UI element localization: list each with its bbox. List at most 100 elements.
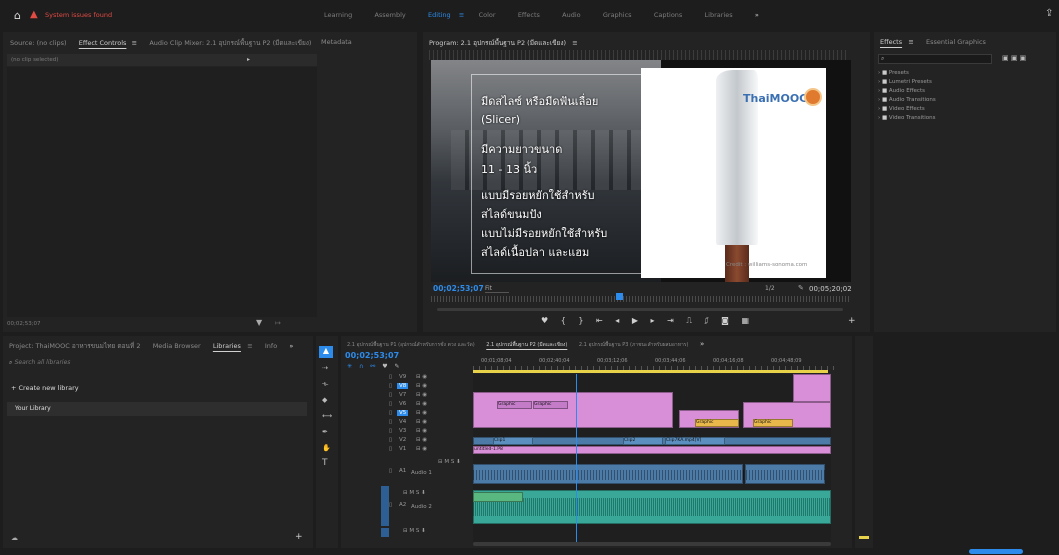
- ripple-edit-tool-icon[interactable]: ⟛: [322, 380, 328, 389]
- effects-item-audio-effects[interactable]: › ■ Audio Effects: [878, 88, 936, 97]
- nav-assembly[interactable]: Assembly: [374, 11, 405, 19]
- go-to-in-icon[interactable]: ⇤: [596, 316, 603, 325]
- effect-controls-menu-icon[interactable]: ≡: [132, 39, 137, 47]
- nav-effects[interactable]: Effects: [518, 11, 540, 19]
- v2-clip-c[interactable]: Clip7KA.mp4[V]: [665, 437, 725, 445]
- more-sequences[interactable]: »: [700, 340, 704, 348]
- effects-item-video-effects[interactable]: › ■ Video Effects: [878, 106, 936, 115]
- timeline-playhead[interactable]: [576, 374, 577, 542]
- warning-text[interactable]: System issues found: [45, 11, 112, 19]
- mark-out-icon[interactable]: }: [578, 316, 583, 325]
- graphic-clip[interactable]: Graphic: [695, 419, 739, 427]
- effects-item-video-transitions[interactable]: › ■ Video Transitions: [878, 115, 936, 124]
- type-tool-icon[interactable]: T: [322, 458, 328, 468]
- effects-item-presets[interactable]: › ■ Presets: [878, 70, 936, 79]
- audio-clip-a2-b[interactable]: [473, 492, 523, 502]
- timeline-timecode[interactable]: 00;02;53;07: [345, 351, 399, 360]
- v1-clip[interactable]: untitled-1.P8: [473, 446, 831, 454]
- nav-audio[interactable]: Audio: [562, 11, 580, 19]
- v2-clip-a[interactable]: Clip1: [493, 437, 533, 445]
- pen-tool-icon[interactable]: ✒: [322, 428, 328, 436]
- work-area-bar[interactable]: [473, 370, 828, 373]
- wrench-icon[interactable]: ✎: [798, 284, 804, 292]
- warning-icon[interactable]: ▲: [30, 9, 38, 20]
- track-select-tool-icon[interactable]: ⇢: [322, 364, 328, 372]
- library-item[interactable]: Your Library: [7, 402, 307, 416]
- add-marker-icon[interactable]: ♥: [541, 316, 548, 325]
- track-v3[interactable]: ▯ V3 ⊟ ◉: [341, 428, 461, 437]
- expand-icon[interactable]: ▸: [247, 56, 250, 63]
- tab-essential-graphics[interactable]: Essential Graphics: [926, 38, 986, 46]
- video-clip[interactable]: [473, 392, 673, 428]
- fit-select[interactable]: Fit: [485, 285, 509, 293]
- export-frame-icon[interactable]: ↦: [275, 319, 281, 327]
- play-icon[interactable]: ▶: [632, 316, 638, 325]
- tab-metadata[interactable]: Metadata: [321, 38, 352, 46]
- track-v5[interactable]: ▯ V5 ⊟ ◉: [341, 410, 461, 419]
- track-v7[interactable]: ▯ V7 ⊟ ◉: [341, 392, 461, 401]
- track-v2[interactable]: ▯ V2 ⊟ ◉: [341, 437, 461, 446]
- tab-media-browser[interactable]: Media Browser: [153, 342, 201, 350]
- lift-icon[interactable]: ⎍: [686, 316, 692, 325]
- effects-search-input[interactable]: ⌕: [878, 54, 992, 64]
- snap-icon[interactable]: ∩: [359, 363, 363, 370]
- create-library-button[interactable]: + Create new library: [11, 384, 79, 392]
- share-icon[interactable]: ⇪: [1045, 8, 1053, 19]
- program-playhead[interactable]: [615, 293, 623, 300]
- linked-icon[interactable]: ⚯: [370, 363, 375, 370]
- add-library-icon[interactable]: +: [295, 532, 303, 542]
- timeline-scrollbar[interactable]: [473, 542, 831, 546]
- resolution-select[interactable]: 1/2: [765, 285, 775, 292]
- slip-tool-icon[interactable]: ⟷: [322, 412, 332, 420]
- program-menu-icon[interactable]: ≡: [572, 39, 577, 47]
- extract-icon[interactable]: ⎎: [704, 316, 708, 325]
- nav-libraries[interactable]: Libraries: [705, 11, 733, 19]
- filter-icon[interactable]: ▼: [256, 318, 262, 327]
- editing-menu-icon[interactable]: ≡: [459, 11, 464, 19]
- tab-source[interactable]: Source: (no clips): [10, 39, 67, 47]
- track-a2[interactable]: ▯ A2 Audio 2 ⊟ M S ⬇: [341, 486, 461, 526]
- timeline-ruler[interactable]: 00;01;08;04 00;02;40;04 00;03;12;06 00;0…: [473, 356, 838, 370]
- video-clip[interactable]: Graphic: [533, 401, 568, 409]
- camera-icon[interactable]: ◙: [721, 316, 729, 325]
- track-v1[interactable]: ▯ V1 ⊟ ◉: [341, 446, 461, 455]
- tab-sequence-p1[interactable]: 2.1 อุปกรณ์พื้นฐาน P1 (อุปกรณ์สำหรับการช…: [347, 341, 475, 349]
- program-title[interactable]: Program: 2.1 อุปกรณ์พื้นฐาน P2 (มีดและเข…: [429, 38, 566, 48]
- step-back-icon[interactable]: ◂: [615, 316, 619, 325]
- tab-audio-clip-mixer[interactable]: Audio Clip Mixer: 2.1 อุปกรณ์พื้นฐาน P2 …: [149, 38, 311, 48]
- tab-effects[interactable]: Effects: [880, 38, 902, 46]
- graphic-clip[interactable]: Graphic: [753, 419, 793, 427]
- nav-editing[interactable]: Editing: [428, 11, 451, 19]
- effects-menu-icon[interactable]: ≡: [908, 38, 913, 46]
- track-v8[interactable]: ▯ V8 ⊟ ◉: [341, 383, 461, 392]
- libraries-menu-icon[interactable]: ≡: [247, 342, 252, 350]
- step-forward-icon[interactable]: ▸: [651, 316, 655, 325]
- zoom-scrollbar[interactable]: [437, 308, 843, 311]
- compare-icon[interactable]: ▦: [741, 316, 749, 325]
- nav-graphics[interactable]: Graphics: [603, 11, 632, 19]
- program-scrubber[interactable]: [431, 293, 851, 302]
- settings-icon[interactable]: ✎: [395, 363, 400, 370]
- tab-sequence-p2[interactable]: 2.1 อุปกรณ์พื้นฐาน P2 (มีดและเขียง): [486, 341, 567, 349]
- video-clip[interactable]: Graphic: [497, 401, 532, 409]
- nav-captions[interactable]: Captions: [654, 11, 683, 19]
- selection-tool-icon[interactable]: ▲: [319, 346, 333, 358]
- tab-info[interactable]: Info: [265, 342, 277, 350]
- track-a1[interactable]: ▯ A1 Audio 1 ⊟ M S ⬇: [341, 459, 461, 486]
- tab-effect-controls[interactable]: Effect Controls: [79, 39, 127, 47]
- track-v4[interactable]: ▯ V4 ⊟ ◉: [341, 419, 461, 428]
- nav-color[interactable]: Color: [479, 11, 496, 19]
- program-timecode[interactable]: 00;02;53;07: [433, 284, 484, 293]
- video-clip[interactable]: [793, 374, 831, 402]
- add-button-icon[interactable]: +: [848, 316, 856, 326]
- marker-icon[interactable]: ♥: [382, 363, 387, 370]
- tab-sequence-p3[interactable]: 2.1 อุปกรณ์พื้นฐาน P3 (ภาชนะสำหรับผสมอาห…: [579, 341, 689, 349]
- home-icon[interactable]: ⌂: [14, 9, 21, 22]
- nav-learning[interactable]: Learning: [324, 11, 352, 19]
- go-to-out-icon[interactable]: ⇥: [667, 316, 674, 325]
- effects-item-audio-transitions[interactable]: › ■ Audio Transitions: [878, 97, 936, 106]
- libraries-search-input[interactable]: ⌕ Search all libraries: [9, 358, 299, 370]
- cloud-icon[interactable]: ☁: [11, 534, 18, 542]
- track-v9[interactable]: ▯ V9 ⊟ ◉: [341, 374, 461, 383]
- effects-item-lumetri[interactable]: › ■ Lumetri Presets: [878, 79, 936, 88]
